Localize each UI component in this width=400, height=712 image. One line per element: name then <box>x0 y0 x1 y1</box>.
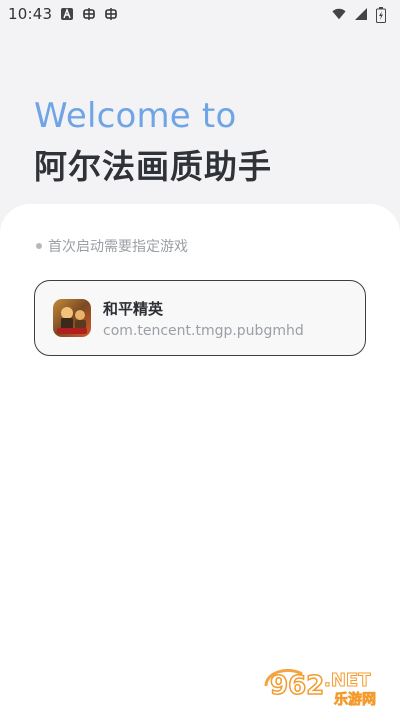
bug-icon <box>82 7 96 21</box>
game-card[interactable]: 和平精英 com.tencent.tmgp.pubgmhd <box>34 280 366 356</box>
welcome-text: Welcome to <box>34 96 237 136</box>
game-name: 和平精英 <box>103 299 164 318</box>
app-title: 阿尔法画质助手 <box>34 147 272 186</box>
status-time: 10:43 <box>8 5 53 23</box>
watermark-logo: 962 .NET 乐游网 <box>262 664 392 708</box>
bullet-dot-icon <box>36 243 42 249</box>
game-package: com.tencent.tmgp.pubgmhd <box>103 322 304 339</box>
hint-text: 首次启动需要指定游戏 <box>48 239 188 255</box>
watermark-sub: 乐游网 <box>334 691 376 708</box>
game-texts: 和平精英 com.tencent.tmgp.pubgmhd <box>103 298 304 339</box>
watermark-net: .NET <box>324 670 371 691</box>
status-right <box>332 7 390 23</box>
hint: 首次启动需要指定游戏 <box>36 236 188 256</box>
signal-icon <box>354 7 368 21</box>
wifi-icon <box>332 7 346 21</box>
status-left: 10:43 <box>8 5 118 23</box>
watermark-big: 962 <box>270 671 324 701</box>
bug-icon <box>104 7 118 21</box>
a-icon <box>60 7 74 21</box>
game-icon <box>53 299 91 337</box>
status-bar: 10:43 <box>0 0 400 28</box>
battery-charging-icon <box>376 7 390 23</box>
